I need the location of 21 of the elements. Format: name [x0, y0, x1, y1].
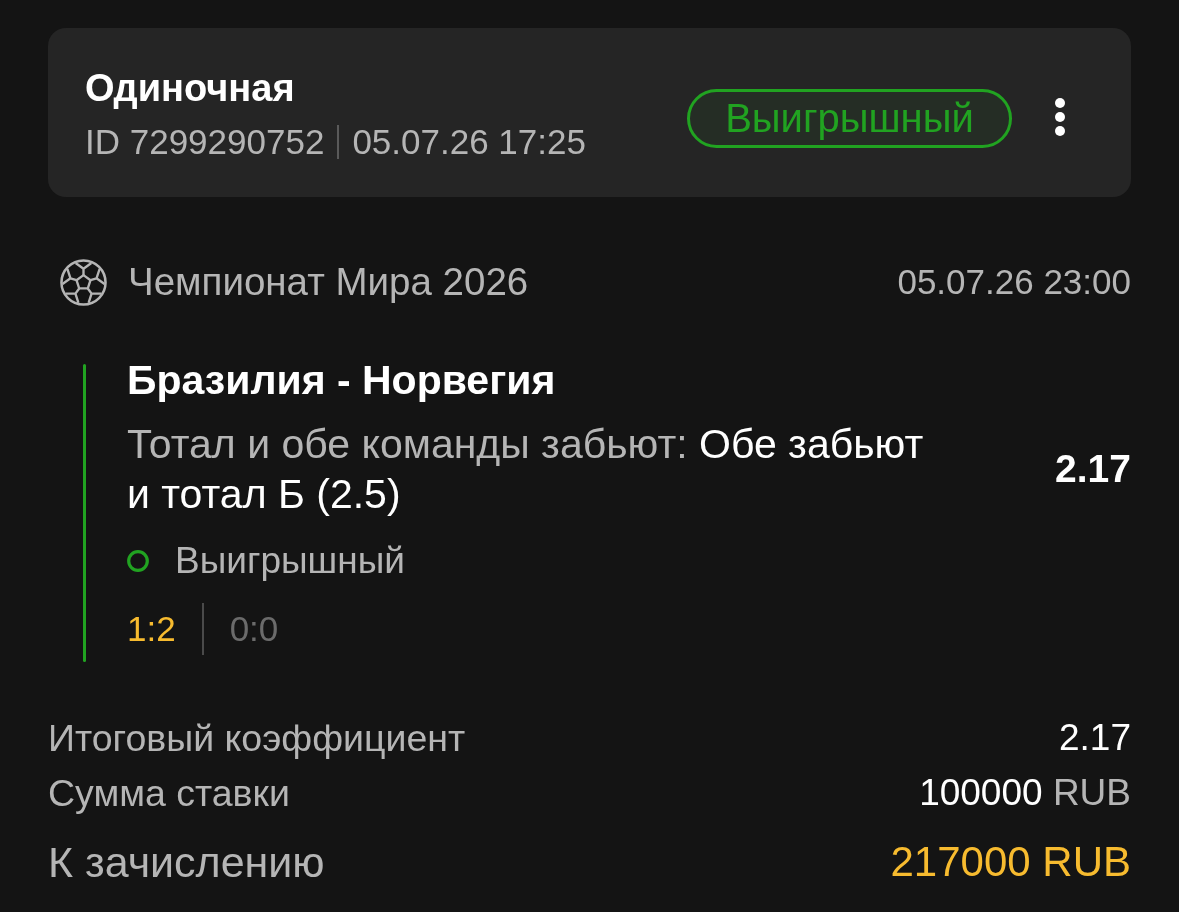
match-title: Бразилия - Норвегия	[127, 358, 557, 402]
summary-label: К зачислению	[48, 837, 325, 887]
bet-id: ID 7299290752	[85, 122, 325, 162]
bet-selection-text: Тотал и обе команды забьют: Обе забьют и тотал Б (2.5)	[127, 420, 925, 519]
summary-value: 100000 RUB	[919, 772, 1131, 814]
summary-label: Итоговый коэффициент	[48, 716, 466, 760]
summary-value: 2.17	[1059, 717, 1131, 759]
status-ring-icon	[127, 550, 149, 572]
match-score: 0:0	[229, 609, 279, 649]
summary-label: Сумма ставки	[48, 771, 290, 815]
tournament-name: Чемпионат Мира 2026	[128, 260, 530, 304]
bet-placed-time: 05.07.26 17:25	[352, 122, 586, 162]
event-start-time: 05.07.26 23:00	[897, 262, 1131, 302]
selection-status: Выигрышный	[175, 540, 405, 582]
soccer-ball-icon	[60, 258, 107, 306]
selection-odds: 2.17	[1055, 447, 1131, 491]
bet-type-title: Одиночная	[85, 66, 296, 110]
bet-status-badge: Выигрышный	[687, 88, 1012, 148]
match-score: 1:2	[127, 609, 176, 649]
summary-value: 217000 RUB	[890, 838, 1131, 886]
more-menu-icon[interactable]	[1055, 98, 1065, 136]
